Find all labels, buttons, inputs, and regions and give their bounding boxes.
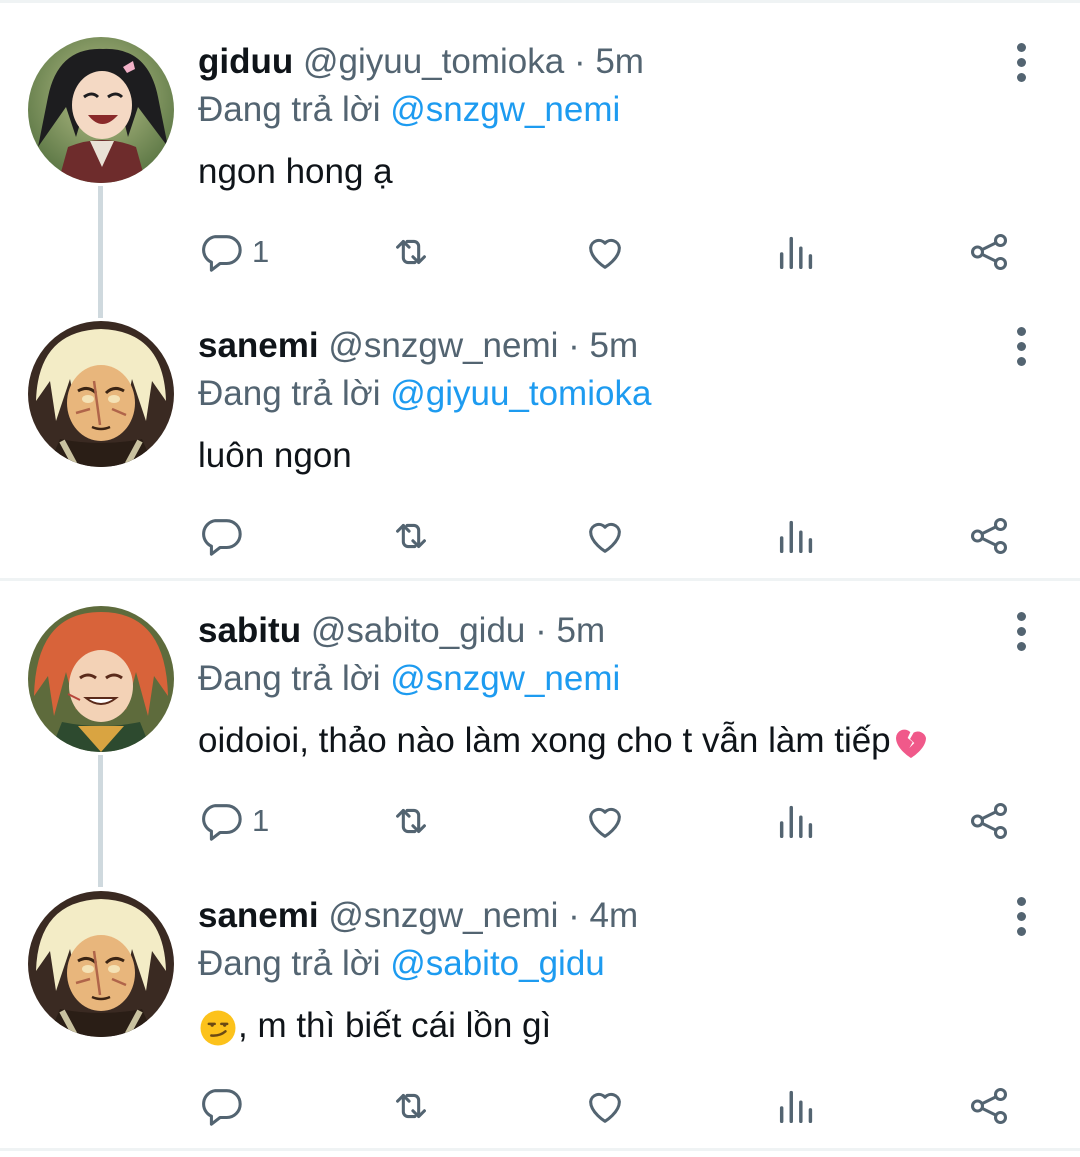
- views-chart-icon: [779, 805, 813, 839]
- timestamp[interactable]: · 5m: [535, 611, 605, 650]
- retweet-button[interactable]: [388, 222, 434, 282]
- share-icon: [970, 1087, 1008, 1125]
- like-button[interactable]: [582, 791, 628, 851]
- action-bar: [0, 506, 1080, 566]
- reply-mention-link[interactable]: @snzgw_nemi: [390, 90, 620, 129]
- avatar[interactable]: [28, 606, 174, 752]
- heart-icon: [589, 238, 621, 269]
- heart-icon: [589, 522, 621, 553]
- action-bar: [0, 1076, 1080, 1136]
- tweet-text-content: , m thì biết cái lồn gì: [238, 1006, 552, 1045]
- share-icon: [970, 802, 1008, 840]
- tweet-card[interactable]: sabitu @sabito_gidu · 5m Đang trả lời @s…: [0, 569, 1080, 887]
- more-vertical-icon[interactable]: [1002, 609, 1040, 653]
- handle[interactable]: @sabito_gidu: [311, 611, 526, 650]
- tweet-text-content: oidoioi, thảo nào làm xong cho t vẫn làm…: [198, 721, 891, 760]
- display-name[interactable]: sanemi: [198, 896, 319, 935]
- tweet-header: sanemi @snzgw_nemi · 4m: [198, 894, 638, 938]
- like-button[interactable]: [582, 506, 628, 566]
- tweet-text: oidoioi, thảo nào làm xong cho t vẫn làm…: [198, 719, 931, 763]
- tweet-text: ngon hong ạ: [198, 152, 393, 191]
- retweet-button[interactable]: [388, 791, 434, 851]
- avatar[interactable]: [28, 37, 174, 183]
- handle[interactable]: @snzgw_nemi: [328, 896, 558, 935]
- share-button[interactable]: [966, 506, 1012, 566]
- views-chart-icon: [779, 1090, 813, 1124]
- avatar-image: [28, 606, 174, 752]
- retweet-button[interactable]: [388, 1076, 434, 1136]
- tweet-header: sanemi @snzgw_nemi · 5m: [198, 324, 638, 368]
- reply-mention-link[interactable]: @snzgw_nemi: [390, 659, 620, 698]
- like-button[interactable]: [582, 222, 628, 282]
- replying-to: Đang trả lời @giyuu_tomioka: [198, 372, 651, 416]
- reply-icon: [202, 1089, 242, 1126]
- reply-button[interactable]: [198, 506, 252, 566]
- retweet-icon: [396, 1093, 426, 1119]
- tweet-card[interactable]: giduu @giyuu_tomioka · 5m Đang trả lời @…: [0, 0, 1080, 318]
- avatar-image: [28, 37, 174, 183]
- action-bar: 1: [0, 222, 1080, 282]
- display-name[interactable]: sabitu: [198, 611, 301, 650]
- like-button[interactable]: [582, 1076, 628, 1136]
- bottom-divider: [0, 1148, 1080, 1151]
- tweet-header: giduu @giyuu_tomioka · 5m: [198, 40, 644, 84]
- retweet-icon: [396, 239, 426, 265]
- smirking-face-emoji: [200, 1010, 236, 1046]
- views-button[interactable]: [774, 506, 820, 566]
- views-button[interactable]: [774, 222, 820, 282]
- tweet-card[interactable]: sanemi @snzgw_nemi · 5m Đang trả lời @gi…: [0, 284, 1080, 568]
- reply-icon: [202, 235, 242, 272]
- replying-to: Đang trả lời @snzgw_nemi: [198, 657, 620, 701]
- share-icon: [970, 233, 1008, 271]
- views-button[interactable]: [774, 1076, 820, 1136]
- share-button[interactable]: [966, 222, 1012, 282]
- reply-icon: [202, 519, 242, 556]
- tweet-header: sabitu @sabito_gidu · 5m: [198, 609, 605, 653]
- share-button[interactable]: [966, 1076, 1012, 1136]
- share-icon: [970, 517, 1008, 555]
- tweet-text: luôn ngon: [198, 436, 352, 475]
- heart-icon: [589, 1092, 621, 1123]
- views-chart-icon: [779, 520, 813, 554]
- action-bar: 1: [0, 791, 1080, 851]
- more-vertical-icon[interactable]: [1002, 40, 1040, 84]
- avatar[interactable]: [28, 891, 174, 1037]
- timestamp[interactable]: · 5m: [574, 42, 644, 81]
- share-button[interactable]: [966, 791, 1012, 851]
- reply-button[interactable]: 1: [198, 791, 269, 851]
- reply-prefix: Đang trả lời: [198, 374, 381, 413]
- views-chart-icon: [779, 236, 813, 270]
- views-button[interactable]: [774, 791, 820, 851]
- reply-mention-link[interactable]: @sabito_gidu: [390, 944, 605, 983]
- reply-prefix: Đang trả lời: [198, 90, 381, 129]
- display-name[interactable]: giduu: [198, 42, 293, 81]
- avatar[interactable]: [28, 321, 174, 467]
- avatar-image: [28, 321, 174, 467]
- tweet-text: , m thì biết cái lồn gì: [198, 1004, 551, 1048]
- retweet-icon: [396, 523, 426, 549]
- tweet-card[interactable]: sanemi @snzgw_nemi · 4m Đang trả lời @sa…: [0, 854, 1080, 1138]
- reply-mention-link[interactable]: @giyuu_tomioka: [390, 374, 651, 413]
- avatar-image: [28, 891, 174, 1037]
- reply-prefix: Đang trả lời: [198, 659, 381, 698]
- handle[interactable]: @snzgw_nemi: [328, 326, 558, 365]
- reply-count: 1: [252, 234, 270, 269]
- more-vertical-icon[interactable]: [1002, 894, 1040, 938]
- heart-icon: [589, 807, 621, 838]
- display-name[interactable]: sanemi: [198, 326, 319, 365]
- replying-to: Đang trả lời @sabito_gidu: [198, 942, 605, 986]
- more-vertical-icon[interactable]: [1002, 324, 1040, 368]
- replying-to: Đang trả lời @snzgw_nemi: [198, 88, 620, 132]
- handle[interactable]: @giyuu_tomioka: [303, 42, 564, 81]
- reply-button[interactable]: 1: [198, 222, 269, 282]
- retweet-button[interactable]: [388, 506, 434, 566]
- retweet-icon: [396, 808, 426, 834]
- reply-button[interactable]: [198, 1076, 252, 1136]
- reply-prefix: Đang trả lời: [198, 944, 381, 983]
- timestamp[interactable]: · 4m: [568, 896, 638, 935]
- broken-heart-emoji: [895, 729, 926, 758]
- timestamp[interactable]: · 5m: [568, 326, 638, 365]
- reply-count: 1: [252, 803, 270, 838]
- reply-icon: [202, 804, 242, 841]
